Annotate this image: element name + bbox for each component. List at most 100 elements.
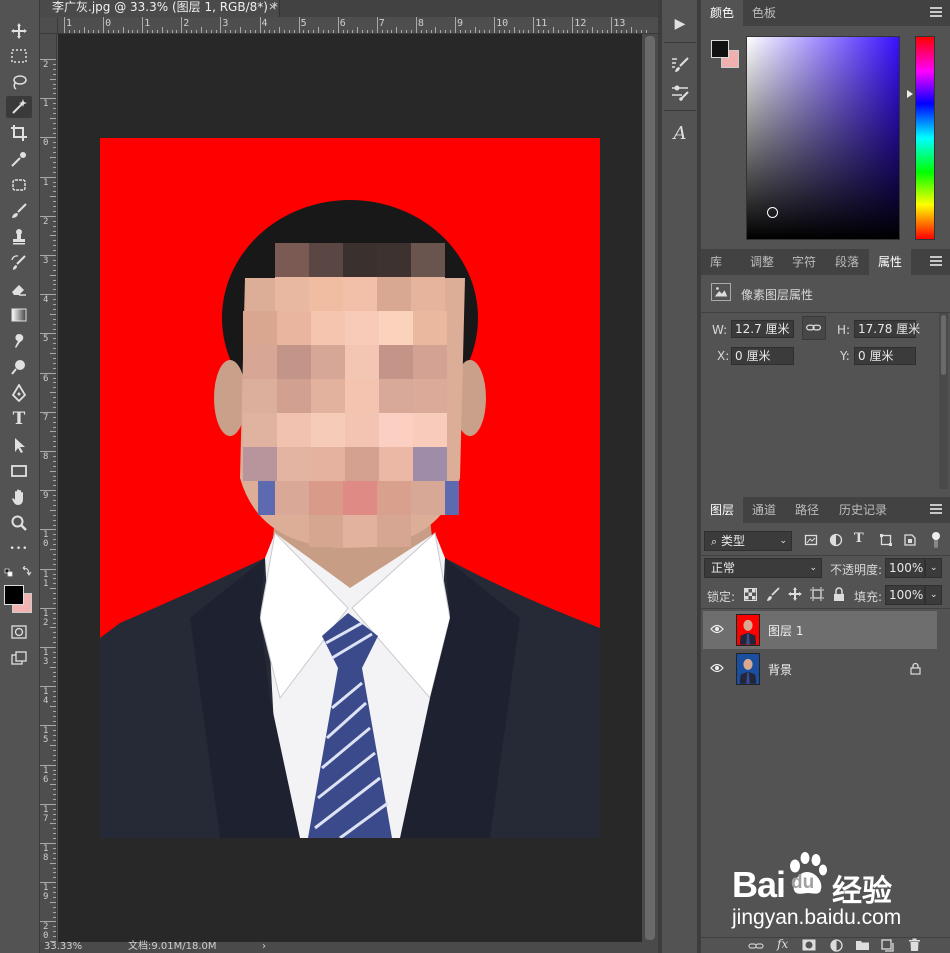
- tab-properties[interactable]: 属性: [869, 249, 912, 275]
- lock-position-icon[interactable]: [788, 587, 802, 602]
- filter-smart-object-icon[interactable]: [903, 533, 917, 547]
- visibility-eye-icon[interactable]: [710, 663, 724, 673]
- height-field[interactable]: 17.78 厘米: [854, 320, 920, 338]
- smudge-tool-icon[interactable]: [6, 330, 32, 352]
- hand-tool-icon[interactable]: [6, 486, 32, 508]
- move-tool-icon[interactable]: [6, 20, 32, 42]
- color-picker-cursor[interactable]: [767, 207, 778, 218]
- y-field[interactable]: 0 厘米: [854, 347, 916, 365]
- add-mask-icon[interactable]: [802, 939, 816, 951]
- vertical-scrollbar[interactable]: [642, 34, 658, 942]
- filter-type-icon[interactable]: T: [854, 531, 868, 547]
- pen-tool-icon[interactable]: [6, 382, 32, 404]
- tab-swatches[interactable]: 色板: [743, 0, 785, 26]
- opacity-dropdown-icon[interactable]: ⌄: [925, 558, 942, 578]
- layer-row[interactable]: 图层 1: [703, 611, 937, 649]
- document-tab[interactable]: 李广灰.jpg @ 33.3% (图层 1, RGB/8*) * ×: [40, 0, 280, 17]
- filter-toggle-icon[interactable]: [931, 531, 941, 549]
- hue-slider-marker[interactable]: [907, 90, 913, 98]
- tab-libraries[interactable]: 库: [701, 249, 731, 275]
- crop-tool-icon[interactable]: [6, 122, 32, 144]
- color-foreground-swatch[interactable]: [711, 40, 729, 58]
- zoom-tool-icon[interactable]: [6, 512, 32, 534]
- patch-tool-icon[interactable]: [6, 174, 32, 196]
- type-tool-icon[interactable]: T: [6, 408, 32, 430]
- layer-row[interactable]: 背景: [703, 650, 937, 688]
- delete-layer-trash-icon[interactable]: [908, 938, 921, 952]
- ruler-tick: [40, 98, 56, 100]
- scrollbar-thumb[interactable]: [941, 315, 946, 375]
- lock-pixels-brush-icon[interactable]: [766, 587, 780, 602]
- eyedropper-tool-icon[interactable]: [6, 148, 32, 170]
- brush-settings-icon[interactable]: [666, 80, 694, 104]
- x-field[interactable]: 0 厘米: [731, 347, 794, 365]
- tab-channels[interactable]: 通道: [743, 497, 785, 523]
- scrollbar-thumb[interactable]: [645, 36, 655, 940]
- magic-wand-tool-icon[interactable]: [6, 96, 32, 118]
- stamp-tool-icon[interactable]: [6, 226, 32, 248]
- properties-scrollbar[interactable]: [939, 313, 948, 489]
- eraser-tool-icon[interactable]: [6, 278, 32, 300]
- character-panel-icon[interactable]: A: [666, 121, 694, 145]
- status-menu-arrow[interactable]: ›: [262, 941, 266, 953]
- ruler-tick: [53, 916, 56, 918]
- layer-filter-select[interactable]: ⌕ 类型 ⌄: [704, 531, 792, 551]
- layer-name[interactable]: 背景: [768, 661, 792, 678]
- path-select-tool-icon[interactable]: [6, 434, 32, 456]
- brush-tool-icon[interactable]: [6, 200, 32, 222]
- layer-name[interactable]: 图层 1: [768, 622, 803, 639]
- rectangle-tool-icon[interactable]: [6, 460, 32, 482]
- new-group-folder-icon[interactable]: [855, 939, 870, 951]
- lasso-tool-icon[interactable]: [6, 71, 32, 93]
- history-brush-tool-icon[interactable]: [6, 252, 32, 274]
- gradient-tool-icon[interactable]: [6, 304, 32, 326]
- panel-menu-icon[interactable]: [930, 504, 942, 514]
- fill-field[interactable]: 100%: [885, 585, 925, 605]
- swap-colors-icon[interactable]: [4, 565, 34, 578]
- close-icon[interactable]: ×: [268, 0, 277, 14]
- opacity-field[interactable]: 100%: [885, 558, 925, 578]
- fill-dropdown-icon[interactable]: ⌄: [925, 585, 942, 605]
- ruler-tick: [53, 681, 56, 683]
- link-dimensions-icon[interactable]: [802, 316, 826, 340]
- dodge-tool-icon[interactable]: [6, 356, 32, 378]
- lock-artboard-icon[interactable]: [810, 587, 824, 602]
- ruler-tick: [200, 27, 202, 33]
- tab-history[interactable]: 历史记录: [830, 497, 896, 523]
- tab-paths[interactable]: 路径: [786, 497, 828, 523]
- blend-mode-select[interactable]: 正常 ⌄: [704, 558, 822, 578]
- panel-menu-icon[interactable]: [930, 256, 942, 266]
- more-tools-icon[interactable]: •••: [6, 538, 32, 560]
- new-layer-icon[interactable]: [881, 939, 894, 952]
- lock-transparent-icon[interactable]: [744, 588, 757, 601]
- ruler-tick: [352, 30, 354, 33]
- tab-character[interactable]: 字符: [783, 249, 825, 275]
- tab-layers[interactable]: 图层: [701, 497, 744, 523]
- zoom-level[interactable]: 33.33%: [44, 941, 82, 953]
- tab-adjustments[interactable]: 调整: [741, 249, 783, 275]
- screen-mode-icon[interactable]: [6, 647, 32, 669]
- tab-paragraph[interactable]: 段落: [826, 249, 868, 275]
- ruler-tick: [40, 529, 56, 531]
- width-field[interactable]: 12.7 厘米: [731, 320, 794, 338]
- visibility-eye-icon[interactable]: [710, 624, 724, 634]
- brush-presets-icon[interactable]: [666, 53, 694, 77]
- hue-slider[interactable]: [915, 36, 935, 240]
- filter-adjustment-icon[interactable]: [829, 533, 843, 547]
- color-field[interactable]: [746, 36, 900, 240]
- y-label: Y:: [840, 349, 850, 363]
- tab-color[interactable]: 颜色: [701, 0, 744, 26]
- filter-shape-icon[interactable]: [879, 533, 893, 547]
- filter-pixel-icon[interactable]: [804, 533, 818, 547]
- panel-menu-icon[interactable]: [930, 7, 942, 17]
- actions-play-icon[interactable]: ▶: [666, 12, 694, 36]
- marquee-tool-icon[interactable]: [6, 45, 32, 67]
- lock-all-icon[interactable]: [833, 587, 845, 602]
- ruler-origin[interactable]: [40, 17, 58, 34]
- ruler-tick: [117, 30, 119, 33]
- quick-mask-icon[interactable]: [6, 621, 32, 643]
- link-layers-icon[interactable]: [748, 940, 764, 952]
- adjustment-layer-icon[interactable]: [830, 939, 843, 952]
- layer-style-fx-icon[interactable]: fx: [777, 937, 788, 951]
- foreground-color-swatch[interactable]: [4, 585, 24, 605]
